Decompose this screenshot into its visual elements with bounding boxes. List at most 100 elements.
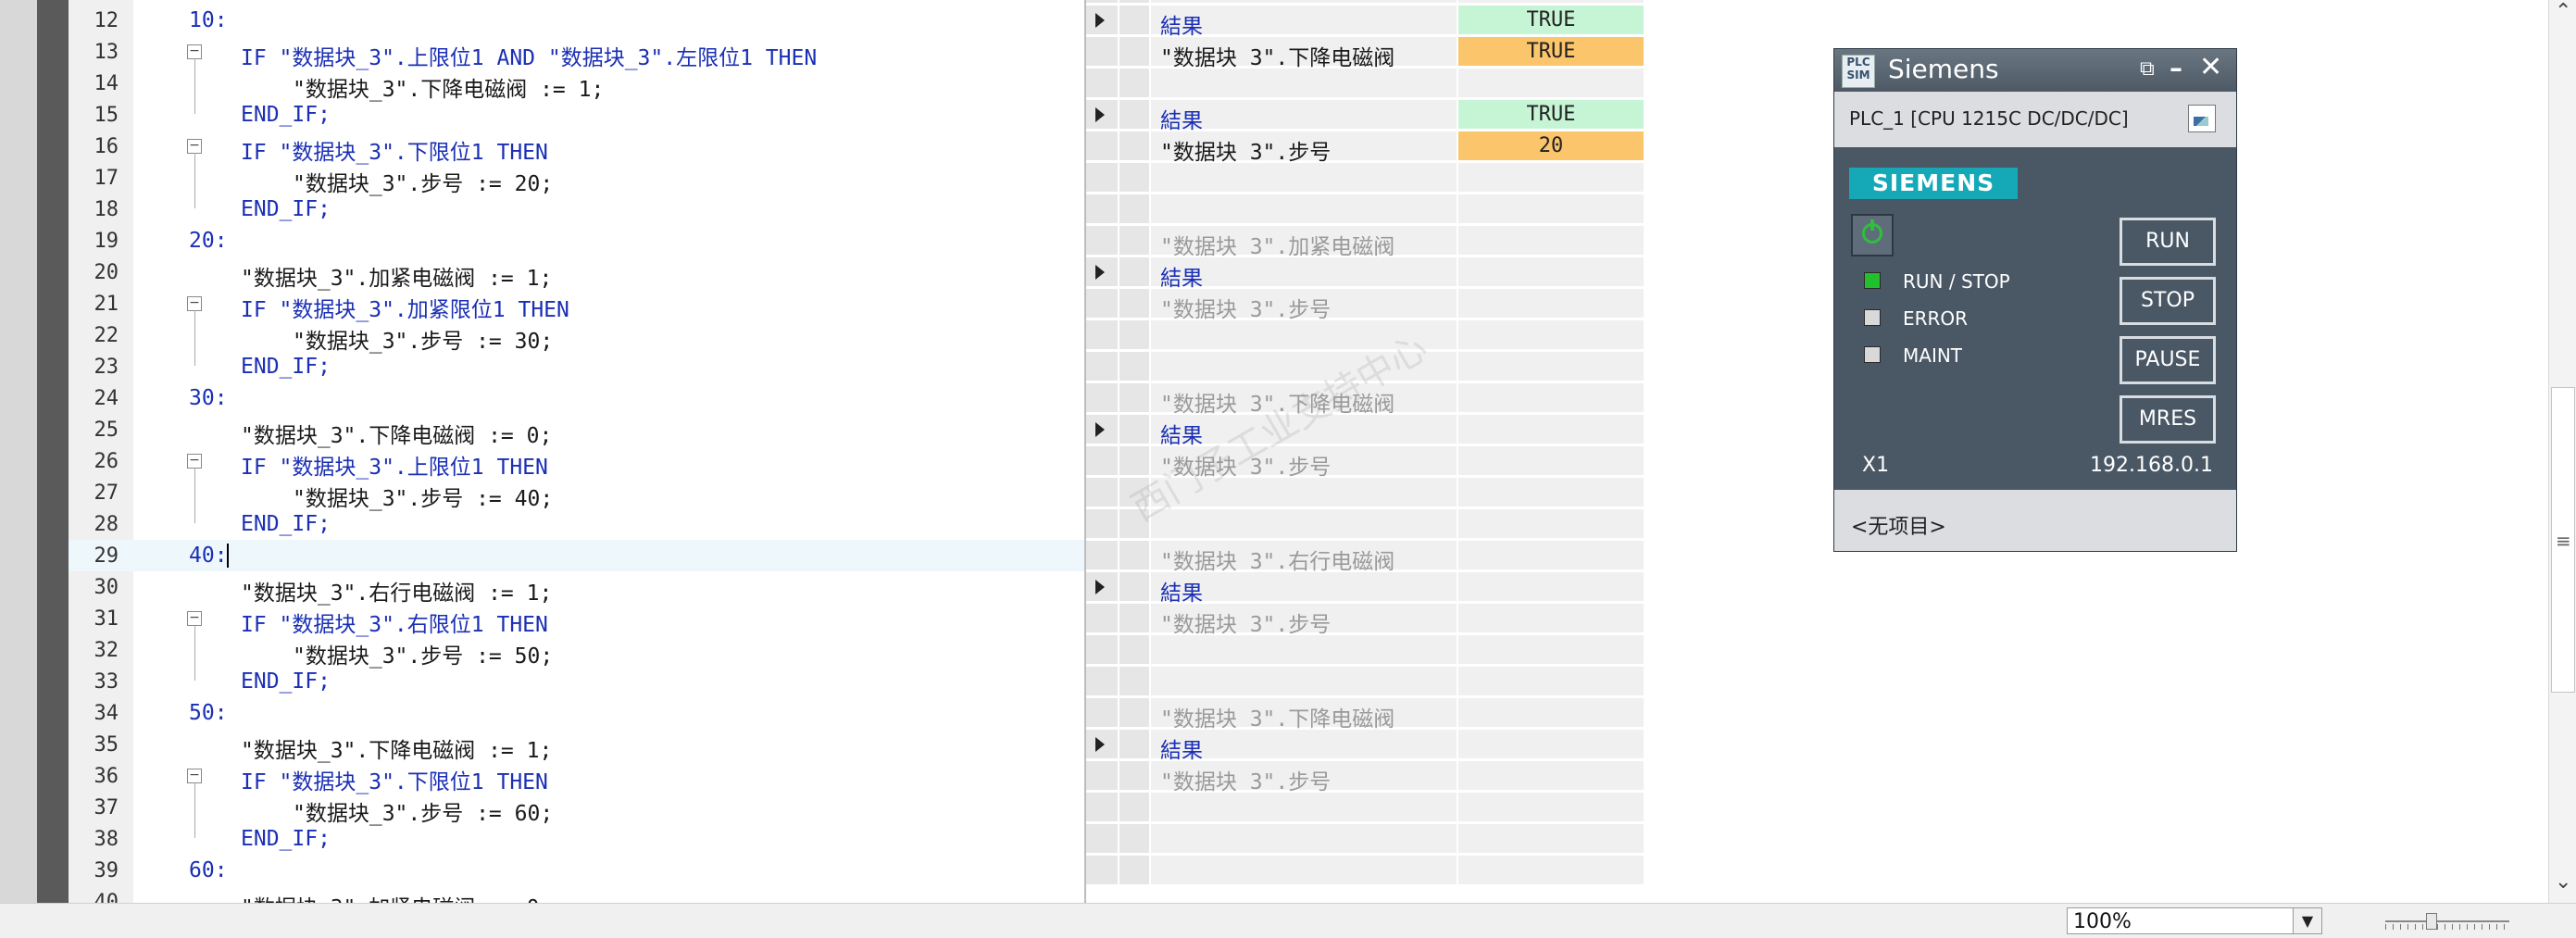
monitor-expand-cell[interactable] xyxy=(1086,698,1118,727)
monitor-expand-cell[interactable] xyxy=(1086,824,1118,853)
code-line[interactable]: 16 − IF "数据块_3".下限位1 THEN xyxy=(69,131,1084,165)
restore-icon[interactable]: ⧉ xyxy=(2140,57,2155,81)
code-line[interactable]: 40 "数据块_3".加紧电磁阀 := 0; xyxy=(69,886,1084,903)
code-line[interactable]: 34 50: xyxy=(69,697,1084,729)
code-line[interactable]: 26 − IF "数据块_3".上限位1 THEN xyxy=(69,445,1084,480)
fold-toggle-icon[interactable]: − xyxy=(187,139,202,154)
led-label: MAINT xyxy=(1903,344,1963,367)
run-button[interactable]: RUN xyxy=(2120,218,2216,266)
expand-arrow-icon[interactable] xyxy=(1095,580,1105,594)
fold-toggle-icon[interactable]: − xyxy=(187,454,202,469)
power-button[interactable] xyxy=(1851,214,1894,256)
monitor-expand-cell[interactable] xyxy=(1086,352,1118,381)
code-line[interactable]: 19 20: xyxy=(69,225,1084,256)
monitor-cell xyxy=(1119,856,1149,884)
scroll-up-icon[interactable]: ⌃ xyxy=(2555,0,2571,23)
plcsim-titlebar[interactable]: PLC SIM Siemens ⧉ – ✕ xyxy=(1834,49,2236,92)
zoom-slider[interactable] xyxy=(2385,913,2509,930)
monitor-label: "数据块_3".加紧电磁阀 xyxy=(1160,235,1395,259)
monitor-expand-cell[interactable] xyxy=(1086,761,1118,790)
line-number: 30 xyxy=(94,576,119,599)
code-line[interactable]: 32 "数据块_3".步号 := 50; xyxy=(69,634,1084,669)
monitor-expand-cell[interactable] xyxy=(1086,415,1118,444)
close-icon[interactable]: ✕ xyxy=(2199,51,2222,83)
expand-arrow-icon[interactable] xyxy=(1095,737,1105,752)
monitor-expand-cell[interactable] xyxy=(1086,383,1118,412)
monitor-expand-cell[interactable] xyxy=(1086,604,1118,632)
code-line[interactable]: 36 − IF "数据块_3".下限位1 THEN xyxy=(69,760,1084,794)
monitor-expand-cell[interactable] xyxy=(1086,730,1118,758)
monitor-expand-cell[interactable] xyxy=(1086,131,1118,160)
code-line[interactable]: 38 END_IF; xyxy=(69,823,1084,855)
code-line[interactable]: 33 END_IF; xyxy=(69,666,1084,697)
code-line[interactable]: 28 END_IF; xyxy=(69,508,1084,540)
mres-button[interactable]: MRES xyxy=(2120,395,2216,444)
monitor-row: 結果 xyxy=(1086,414,1647,448)
expand-arrow-icon[interactable] xyxy=(1095,265,1105,280)
zoom-slider-thumb[interactable] xyxy=(2426,913,2437,930)
code-line[interactable]: 18 END_IF; xyxy=(69,194,1084,225)
expand-arrow-icon[interactable] xyxy=(1095,13,1105,28)
monitor-cell xyxy=(1458,289,1644,318)
scroll-down-icon[interactable]: ⌄ xyxy=(2555,870,2571,894)
monitor-expand-cell[interactable] xyxy=(1086,541,1118,569)
monitor-expand-cell[interactable] xyxy=(1086,194,1118,223)
monitor-row: 結果 TRUE xyxy=(1086,5,1647,39)
code-line[interactable]: 27 "数据块_3".步号 := 40; xyxy=(69,477,1084,511)
monitor-expand-cell[interactable] xyxy=(1086,289,1118,318)
monitor-expand-cell[interactable] xyxy=(1086,163,1118,192)
code-line[interactable]: 25 "数据块_3".下降电磁阀 := 0; xyxy=(69,414,1084,448)
monitor-expand-cell[interactable] xyxy=(1086,478,1118,507)
monitor-cell xyxy=(1458,415,1644,444)
vertical-scrollbar[interactable]: ⌃ ≡ ⌄ xyxy=(2548,0,2576,903)
code-line[interactable]: 37 "数据块_3".步号 := 60; xyxy=(69,792,1084,826)
monitor-expand-cell[interactable] xyxy=(1086,572,1118,601)
code-line[interactable]: 22 "数据块_3".步号 := 30; xyxy=(69,319,1084,354)
monitor-expand-cell[interactable] xyxy=(1086,667,1118,695)
fold-toggle-icon[interactable]: − xyxy=(187,44,202,59)
monitor-expand-cell[interactable] xyxy=(1086,856,1118,884)
pause-button[interactable]: PAUSE xyxy=(2120,336,2216,384)
monitor-expand-cell[interactable] xyxy=(1086,446,1118,475)
code-line[interactable]: 17 "数据块_3".步号 := 20; xyxy=(69,162,1084,196)
device-view-icon[interactable] xyxy=(2188,105,2216,132)
code-line[interactable]: 29 40: xyxy=(69,540,1084,571)
monitor-expand-cell[interactable] xyxy=(1086,793,1118,821)
monitor-cell xyxy=(1119,635,1149,664)
expand-arrow-icon[interactable] xyxy=(1095,422,1105,437)
expand-arrow-icon[interactable] xyxy=(1095,107,1105,122)
monitor-expand-cell[interactable] xyxy=(1086,100,1118,129)
code-line[interactable]: 20 "数据块_3".加紧电磁阀 := 1; xyxy=(69,256,1084,291)
code-line[interactable]: 14 "数据块_3".下降电磁阀 := 1; xyxy=(69,68,1084,102)
monitor-expand-cell[interactable] xyxy=(1086,635,1118,664)
code-line[interactable]: 15 END_IF; xyxy=(69,99,1084,131)
monitor-expand-cell[interactable] xyxy=(1086,69,1118,97)
stop-button[interactable]: STOP xyxy=(2120,277,2216,325)
fold-toggle-icon[interactable]: − xyxy=(187,769,202,783)
fold-toggle-icon[interactable]: − xyxy=(187,296,202,311)
monitor-expand-cell[interactable] xyxy=(1086,320,1118,349)
monitor-expand-cell[interactable] xyxy=(1086,37,1118,66)
code-line[interactable]: 21 − IF "数据块_3".加紧限位1 THEN xyxy=(69,288,1084,322)
code-line[interactable]: 23 END_IF; xyxy=(69,351,1084,382)
monitor-expand-cell[interactable] xyxy=(1086,226,1118,255)
monitor-expand-cell[interactable] xyxy=(1086,257,1118,286)
code-line[interactable]: 13 − IF "数据块_3".上限位1 AND "数据块_3".左限位1 THEN xyxy=(69,36,1084,70)
code-line[interactable]: 30 "数据块_3".右行电磁阀 := 1; xyxy=(69,571,1084,606)
code-line[interactable]: 24 30: xyxy=(69,382,1084,414)
minimize-icon[interactable]: – xyxy=(2170,53,2182,83)
fold-guide xyxy=(194,58,195,114)
monitor-expand-cell[interactable] xyxy=(1086,509,1118,538)
code-line[interactable]: 39 60: xyxy=(69,855,1084,886)
code-line[interactable]: 12 10: xyxy=(69,5,1084,36)
code-editor[interactable]: 12 10: 13 − IF "数据块_3".上限位1 AND "数据块_3".左限位1… xyxy=(69,0,1084,903)
code-line[interactable]: 31 − IF "数据块_3".右限位1 THEN xyxy=(69,603,1084,637)
chevron-down-icon[interactable]: ▼ xyxy=(2293,908,2321,933)
left-panel-divider[interactable] xyxy=(37,0,69,903)
fold-toggle-icon[interactable]: − xyxy=(187,611,202,626)
monitor-cell xyxy=(1119,730,1149,758)
monitor-expand-cell[interactable] xyxy=(1086,0,1118,3)
zoom-select[interactable]: 100% ▼ xyxy=(2067,907,2322,934)
monitor-expand-cell[interactable] xyxy=(1086,6,1118,34)
code-line[interactable]: 35 "数据块_3".下降电磁阀 := 1; xyxy=(69,729,1084,763)
